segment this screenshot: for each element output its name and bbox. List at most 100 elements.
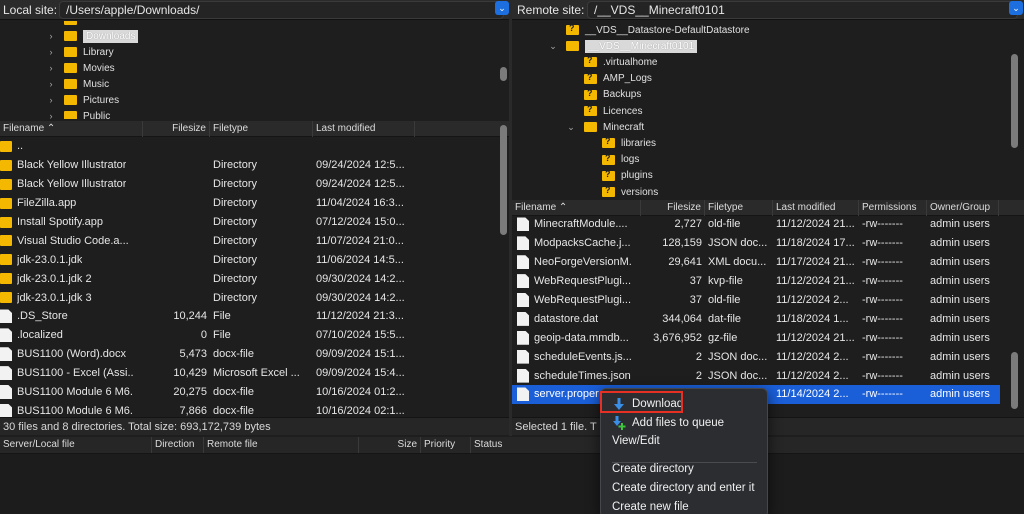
menu-item-create-directory-and-enter[interactable]: Create directory and enter it xyxy=(601,478,767,497)
chevron-right-icon[interactable]: › xyxy=(46,31,56,41)
tree-item-music[interactable]: › Music xyxy=(46,76,110,92)
remote-tree-item[interactable]: Backups xyxy=(566,87,641,103)
column-priority[interactable]: Priority xyxy=(421,437,471,453)
file-size: 37 xyxy=(689,275,702,288)
local-list-scrollbar[interactable] xyxy=(500,125,507,235)
remote-file-row[interactable]: WebRequestPlugi... 37 old-file 11/12/202… xyxy=(512,291,1000,310)
column-owner-group[interactable]: Owner/Group xyxy=(927,200,999,216)
file-size: 3,676,952 xyxy=(653,331,702,344)
remote-file-row[interactable]: ModpacksCache.j... 128,159 JSON doc... 1… xyxy=(512,234,1000,253)
column-remote-file[interactable]: Remote file xyxy=(204,437,359,453)
column-size[interactable]: Size xyxy=(359,437,421,453)
remote-file-row[interactable]: MinecraftModule.... 2,727 old-file 11/12… xyxy=(512,215,1000,234)
local-tree-scrollbar[interactable] xyxy=(500,67,507,81)
chevron-down-icon[interactable]: ⌄ xyxy=(548,41,558,52)
remote-tree-item[interactable]: ⌄ __VDS__Minecraft0101 xyxy=(548,38,698,54)
column-permissions[interactable]: Permissions xyxy=(859,200,927,216)
menu-item-create-directory[interactable]: Create directory xyxy=(601,459,767,478)
local-file-row[interactable]: jdk-23.0.1.jdk Directory 11/06/2024 14:5… xyxy=(0,250,510,269)
file-type: JSON doc... xyxy=(708,369,768,382)
local-file-row[interactable]: BUS1100 Module 6 M6. 20,275 docx-file 10… xyxy=(0,383,510,402)
remote-site-dropdown-button[interactable]: ⌄ xyxy=(1009,1,1023,15)
unknown-folder-icon xyxy=(584,104,597,116)
menu-item-create-new-file[interactable]: Create new file xyxy=(601,497,767,514)
local-file-row[interactable]: Black Yellow Illustrator Directory 09/24… xyxy=(0,156,510,175)
file-modified: 11/12/2024 21... xyxy=(776,331,855,344)
remote-site-label: Remote site: xyxy=(517,2,585,17)
local-file-row[interactable]: Visual Studio Code.a... Directory 11/07/… xyxy=(0,231,510,250)
chevron-right-icon[interactable]: › xyxy=(46,47,56,57)
file-type: Directory xyxy=(213,291,258,304)
file-size: 2 xyxy=(695,350,702,363)
tree-item-library[interactable]: › Library xyxy=(46,44,114,60)
remote-file-row[interactable]: scheduleTimes.json 2 JSON doc... 11/12/2… xyxy=(512,366,1000,385)
tree-item-public[interactable]: › Public xyxy=(46,108,110,119)
file-name: Black Yellow Illustrator xyxy=(17,159,127,172)
file-name: server.proper xyxy=(534,388,599,401)
local-site-path-input[interactable]: /Users/apple/Downloads/ xyxy=(59,1,504,19)
remote-site-path-input[interactable]: /__VDS__Minecraft0101 xyxy=(587,1,1018,19)
folder-icon xyxy=(0,254,12,266)
remote-tree-item[interactable]: .virtualhome xyxy=(566,54,657,70)
remote-tree-item[interactable]: __VDS__Datastore-DefaultDatastore xyxy=(548,22,750,38)
remote-tree-item[interactable]: libraries xyxy=(584,135,656,151)
local-file-row[interactable]: .. xyxy=(0,137,510,156)
column-filesize[interactable]: Filesize xyxy=(641,200,705,216)
file-name: jdk-23.0.1.jdk 3 xyxy=(17,291,92,304)
column-last-modified[interactable]: Last modified xyxy=(313,121,415,137)
folder-icon xyxy=(0,197,12,209)
local-site-dropdown-button[interactable]: ⌄ xyxy=(495,1,509,15)
tree-item-pictures[interactable]: › Pictures xyxy=(46,92,120,108)
column-filetype[interactable]: Filetype xyxy=(210,121,313,137)
local-file-row[interactable]: BUS1100 Module 6 M6. 7,866 docx-file 10/… xyxy=(0,401,510,417)
remote-file-row[interactable]: NeoForgeVersionM. 29,641 XML docu... 11/… xyxy=(512,253,1000,272)
column-server-local-file[interactable]: Server/Local file xyxy=(0,437,152,453)
column-direction[interactable]: Direction xyxy=(152,437,204,453)
remote-tree-item[interactable]: logs xyxy=(584,152,639,168)
remote-file-row[interactable]: datastore.dat 344,064 dat-file 11/18/202… xyxy=(512,309,1000,328)
remote-tree-item[interactable]: Licences xyxy=(566,103,642,119)
remote-tree-item[interactable]: plugins xyxy=(584,168,653,184)
column-status[interactable]: Status xyxy=(471,437,606,453)
chevron-down-icon[interactable]: ⌄ xyxy=(566,122,576,133)
chevron-right-icon[interactable]: › xyxy=(46,95,56,105)
remote-list-scrollbar[interactable] xyxy=(1011,352,1018,409)
folder-icon xyxy=(0,292,12,304)
tree-item-downloads[interactable]: › Downloads xyxy=(46,28,139,44)
column-filesize[interactable]: Filesize xyxy=(143,121,210,137)
tree-item-movies[interactable]: › Movies xyxy=(46,60,115,76)
remote-tree-scrollbar[interactable] xyxy=(1011,54,1018,148)
remote-file-row[interactable]: WebRequestPlugi... 37 kvp-file 11/12/202… xyxy=(512,272,1000,291)
local-file-row[interactable]: .DS_Store 10,244 File 11/12/2024 21:3... xyxy=(0,307,510,326)
column-filename[interactable]: Filename ⌃ xyxy=(512,200,641,216)
remote-file-row[interactable]: geoip-data.mmdb... 3,676,952 gz-file 11/… xyxy=(512,328,1000,347)
file-modified: 10/16/2024 02:1... xyxy=(316,404,405,417)
local-file-row[interactable]: jdk-23.0.1.jdk 2 Directory 09/30/2024 14… xyxy=(0,269,510,288)
folder-icon xyxy=(64,95,77,105)
remote-tree-item[interactable]: ⌄ Minecraft xyxy=(566,119,644,135)
local-file-row[interactable]: Black Yellow Illustrator Directory 09/24… xyxy=(0,175,510,194)
column-last-modified[interactable]: Last modified xyxy=(773,200,859,216)
local-file-row[interactable]: .localized 0 File 07/10/2024 15:5... xyxy=(0,326,510,345)
chevron-right-icon[interactable]: › xyxy=(46,63,56,73)
file-icon xyxy=(517,274,529,289)
remote-status-bar: Selected 1 file. T xyxy=(512,417,1024,435)
unknown-folder-icon xyxy=(584,88,597,100)
remote-tree-item[interactable]: AMP_Logs xyxy=(566,71,652,87)
menu-item-add-files-to-queue[interactable]: Add files to queue xyxy=(601,413,767,432)
file-size: 2,727 xyxy=(674,218,702,231)
remote-file-row[interactable]: scheduleEvents.js... 2 JSON doc... 11/12… xyxy=(512,347,1000,366)
column-filename[interactable]: Filename ⌃ xyxy=(0,121,143,137)
local-file-row[interactable]: Install Spotify.app Directory 07/12/2024… xyxy=(0,213,510,232)
local-file-row[interactable]: FileZilla.app Directory 11/04/2024 16:3.… xyxy=(0,194,510,213)
chevron-right-icon[interactable]: › xyxy=(46,111,56,119)
column-filetype[interactable]: Filetype xyxy=(705,200,773,216)
local-file-row[interactable]: jdk-23.0.1.jdk 3 Directory 09/30/2024 14… xyxy=(0,288,510,307)
chevron-right-icon[interactable]: › xyxy=(46,79,56,89)
remote-tree-item[interactable]: versions xyxy=(584,184,658,199)
local-file-row[interactable]: BUS1100 - Excel (Assi.. 10,429 Microsoft… xyxy=(0,364,510,383)
local-file-row[interactable]: BUS1100 (Word).docx 5,473 docx-file 09/0… xyxy=(0,345,510,364)
file-size: 10,429 xyxy=(173,367,207,380)
menu-item-view-edit[interactable]: View/Edit xyxy=(601,431,767,450)
file-name: geoip-data.mmdb... xyxy=(534,331,629,344)
